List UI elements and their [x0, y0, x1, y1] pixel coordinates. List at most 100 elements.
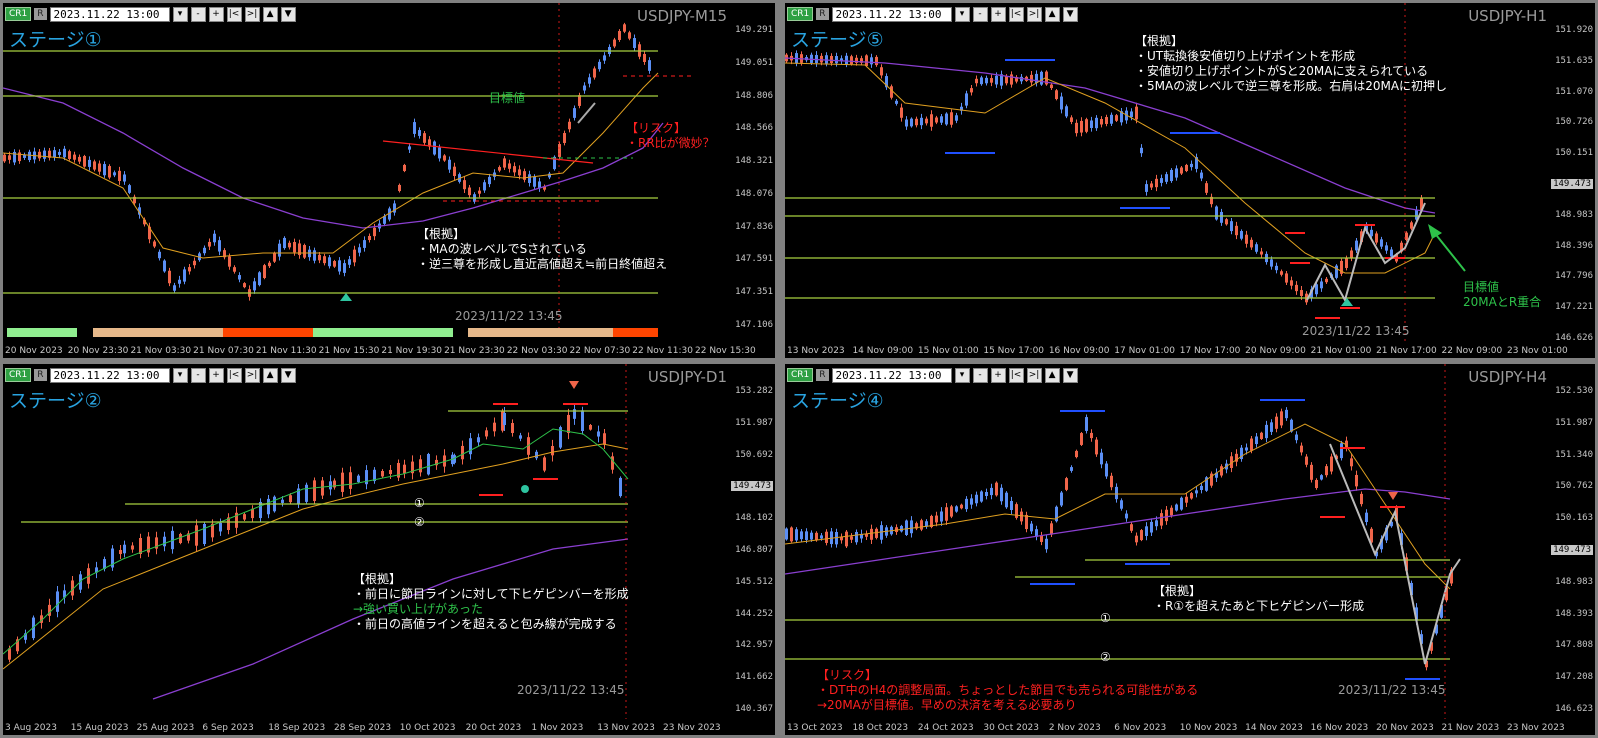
last-bar-icon[interactable]: >| — [244, 6, 260, 22]
candle-body — [845, 531, 848, 547]
symbol-button[interactable]: CR1 — [787, 368, 814, 382]
first-bar-icon[interactable]: |< — [226, 6, 242, 22]
first-bar-icon[interactable]: |< — [1008, 367, 1024, 383]
dropdown-icon[interactable]: ▾ — [954, 367, 970, 383]
candle-body — [578, 95, 581, 106]
candle-body — [403, 164, 406, 172]
down-icon[interactable]: ▼ — [1062, 367, 1078, 383]
down-icon[interactable]: ▼ — [1062, 6, 1078, 22]
candle-body — [313, 480, 316, 501]
up-icon[interactable]: ▲ — [1044, 367, 1060, 383]
last-bar-icon[interactable]: >| — [1026, 6, 1042, 22]
candle-body — [193, 260, 196, 266]
candle-body — [895, 100, 898, 104]
candle-body — [975, 494, 978, 504]
time-tick: 15 Nov 17:00 — [983, 346, 1045, 356]
time-tick: 22 Nov 03:30 — [506, 346, 568, 356]
candle-body — [349, 472, 352, 489]
time-tick: 24 Oct 2023 — [917, 723, 974, 733]
triangle-marker — [340, 293, 352, 301]
ma-mid-line — [785, 62, 1436, 274]
candle-body — [1095, 117, 1098, 129]
candle-body — [940, 116, 943, 123]
candle-body — [1145, 184, 1148, 192]
last-bar-icon[interactable]: >| — [1026, 367, 1042, 383]
r-button[interactable]: R — [34, 369, 47, 381]
risk-title: 【リスク】 — [817, 668, 878, 682]
candle-body — [1285, 409, 1288, 419]
candle-body — [593, 68, 596, 78]
down-icon[interactable]: ▼ — [280, 6, 296, 22]
datetime-field[interactable]: 2023.11.22 13:00 — [831, 367, 952, 383]
current-price-label: 149.473 — [731, 481, 773, 492]
candle-body — [990, 487, 993, 496]
candle-body — [1410, 222, 1413, 229]
candle-body — [568, 121, 571, 130]
candle-body — [179, 533, 182, 544]
candle-body — [1115, 115, 1118, 121]
candle-body — [1300, 445, 1303, 453]
candle-body — [1005, 492, 1008, 508]
candle-body — [1110, 475, 1113, 488]
candle-body — [613, 39, 616, 47]
symbol-button[interactable]: CR1 — [5, 7, 32, 21]
basis-title: 【根拠】 — [417, 227, 466, 241]
candle-body — [1150, 521, 1153, 533]
chart-panel-d1[interactable]: CR1 R 2023.11.22 13:00 ▾ - + |< >| ▲ ▼ U… — [3, 364, 775, 735]
candle-body — [1200, 485, 1203, 490]
timestamp-label: 2023/11/22 13:45 — [1338, 683, 1446, 697]
candle-body — [1100, 119, 1103, 125]
down-icon[interactable]: ▼ — [280, 367, 296, 383]
candle-body — [543, 457, 546, 471]
plus-icon[interactable]: + — [208, 367, 224, 383]
up-icon[interactable]: ▲ — [262, 367, 278, 383]
r-button[interactable]: R — [34, 8, 47, 20]
candle-body — [950, 506, 953, 517]
time-tick: 23 Nov 2023 — [1507, 723, 1565, 733]
candle-body — [1145, 526, 1148, 536]
candle-body — [3, 154, 6, 162]
up-icon[interactable]: ▲ — [1044, 6, 1060, 22]
candle-body — [1160, 513, 1163, 526]
up-icon[interactable]: ▲ — [262, 6, 278, 22]
chart-panel-m15[interactable]: CR1 R 2023.11.22 13:00 ▾ - + |< >| ▲ ▼ U… — [3, 3, 775, 358]
first-bar-icon[interactable]: |< — [1008, 6, 1024, 22]
chart-panel-h1[interactable]: CR1 R 2023.11.22 13:00 ▾ - + |< >| ▲ ▼ U… — [785, 3, 1595, 358]
candle-body — [303, 245, 306, 258]
dropdown-icon[interactable]: ▾ — [172, 6, 188, 22]
candle-body — [1065, 106, 1068, 117]
price-tick: 149.291 — [735, 25, 773, 35]
candle-body — [1050, 84, 1053, 89]
basis-note: 【根拠】 ・R①を超えたあと下ヒゲピンバー形成 — [1153, 584, 1364, 614]
candle-body — [1375, 233, 1378, 243]
datetime-field[interactable]: 2023.11.22 13:00 — [831, 6, 952, 22]
candle-body — [503, 412, 506, 426]
symbol-button[interactable]: CR1 — [787, 7, 814, 21]
symbol-button[interactable]: CR1 — [5, 368, 32, 382]
dropdown-icon[interactable]: ▾ — [172, 367, 188, 383]
plus-icon[interactable]: + — [208, 6, 224, 22]
plus-icon[interactable]: + — [990, 367, 1006, 383]
r-button[interactable]: R — [816, 369, 829, 381]
basis-line: ・MAの波レベルでSされている — [417, 242, 587, 256]
minus-icon[interactable]: - — [972, 367, 988, 383]
r-button[interactable]: R — [816, 8, 829, 20]
datetime-field[interactable]: 2023.11.22 13:00 — [49, 367, 170, 383]
candle-body — [178, 279, 181, 284]
minus-icon[interactable]: - — [190, 367, 206, 383]
plus-icon[interactable]: + — [990, 6, 1006, 22]
datetime-field[interactable]: 2023.11.22 13:00 — [49, 6, 170, 22]
minus-icon[interactable]: - — [190, 6, 206, 22]
chart-title: USDJPY-D1 — [647, 368, 727, 386]
candle-body — [108, 166, 111, 178]
first-bar-icon[interactable]: |< — [226, 367, 242, 383]
candle-body — [1170, 507, 1173, 516]
minus-icon[interactable]: - — [972, 6, 988, 22]
candle-body — [513, 166, 516, 173]
dropdown-icon[interactable]: ▾ — [954, 6, 970, 22]
chart-panel-h4[interactable]: CR1 R 2023.11.22 13:00 ▾ - + |< >| ▲ ▼ U… — [785, 364, 1595, 735]
candle-body — [398, 184, 401, 192]
candle-body — [1250, 239, 1253, 248]
candle-body — [1225, 219, 1228, 225]
last-bar-icon[interactable]: >| — [244, 367, 260, 383]
